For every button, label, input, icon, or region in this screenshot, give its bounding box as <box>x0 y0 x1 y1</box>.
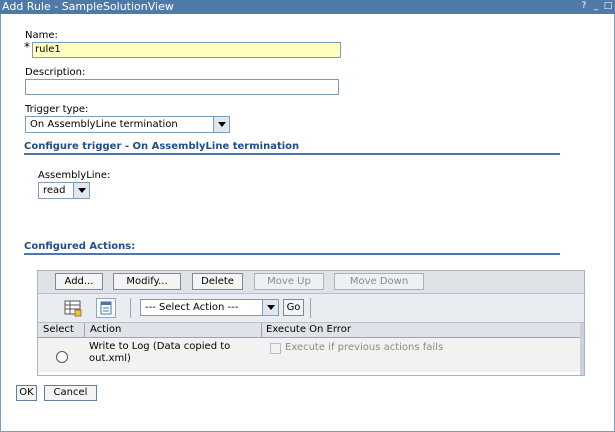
trigger-type-label: Trigger type: <box>25 104 89 115</box>
row-action-text: Write to Log (Data copied to out.xml) <box>89 341 231 364</box>
execute-on-error-label: Execute if previous actions fails <box>285 342 444 353</box>
configured-actions-heading: Configured Actions: <box>24 241 136 252</box>
chevron-down-icon[interactable] <box>262 300 278 315</box>
delete-button[interactable]: Delete <box>192 273 243 290</box>
column-header-execute-on-error[interactable]: Execute On Error <box>261 323 581 337</box>
move-down-button[interactable]: Move Down <box>334 273 424 290</box>
description-input[interactable] <box>25 79 339 95</box>
minimize-icon[interactable]: _ <box>591 1 601 12</box>
toolbar-separator <box>310 298 311 318</box>
select-action-dropdown[interactable]: --- Select Action --- <box>140 299 279 316</box>
window-controls: ? _ □ <box>579 1 613 12</box>
section-divider <box>24 253 560 255</box>
window-titlebar: Add Rule - SampleSolutionView ? _ □ <box>0 0 615 14</box>
add-button[interactable]: Add... <box>55 273 103 290</box>
modify-button[interactable]: Modify... <box>113 273 181 290</box>
window-title: Add Rule - SampleSolutionView <box>2 0 174 13</box>
table-row[interactable]: Write to Log (Data copied to out.xml) Ex… <box>38 338 584 372</box>
assemblyline-label: AssemblyLine: <box>38 170 111 181</box>
execute-on-error-checkbox[interactable] <box>270 343 281 354</box>
section-divider <box>24 153 560 155</box>
actions-button-bar: Add... Modify... Delete Move Up Move Dow… <box>38 271 584 294</box>
maximize-icon[interactable]: □ <box>603 1 613 12</box>
table-scrollbar[interactable] <box>580 323 584 375</box>
trigger-type-value: On AssemblyLine termination <box>30 119 178 130</box>
name-input[interactable]: rule1 <box>32 42 341 58</box>
assemblyline-value: read <box>43 185 66 196</box>
select-all-icon[interactable] <box>64 299 82 317</box>
help-icon[interactable]: ? <box>579 1 589 12</box>
chevron-down-icon[interactable] <box>73 183 89 198</box>
ok-button[interactable]: OK <box>16 385 37 401</box>
trigger-type-select[interactable]: On AssemblyLine termination <box>25 116 230 133</box>
chevron-down-icon[interactable] <box>213 117 229 132</box>
column-header-action[interactable]: Action <box>85 323 261 337</box>
description-label: Description: <box>25 67 86 78</box>
actions-table-header: Select Action Execute On Error <box>38 323 584 338</box>
toolbar-separator <box>130 298 131 318</box>
row-select-radio[interactable] <box>56 351 68 363</box>
go-button[interactable]: Go <box>283 299 304 316</box>
actions-toolbar: --- Select Action --- Go <box>38 294 584 323</box>
actions-panel: Add... Modify... Delete Move Up Move Dow… <box>37 270 585 376</box>
required-marker: * <box>24 40 30 54</box>
configure-trigger-heading: Configure trigger - On AssemblyLine term… <box>24 141 300 152</box>
select-action-value: --- Select Action --- <box>145 302 239 313</box>
assemblyline-select[interactable]: read <box>38 182 90 199</box>
column-header-select[interactable]: Select <box>38 323 85 337</box>
move-up-button[interactable]: Move Up <box>254 273 324 290</box>
deselect-all-icon[interactable] <box>96 298 116 318</box>
cancel-button[interactable]: Cancel <box>44 385 97 401</box>
